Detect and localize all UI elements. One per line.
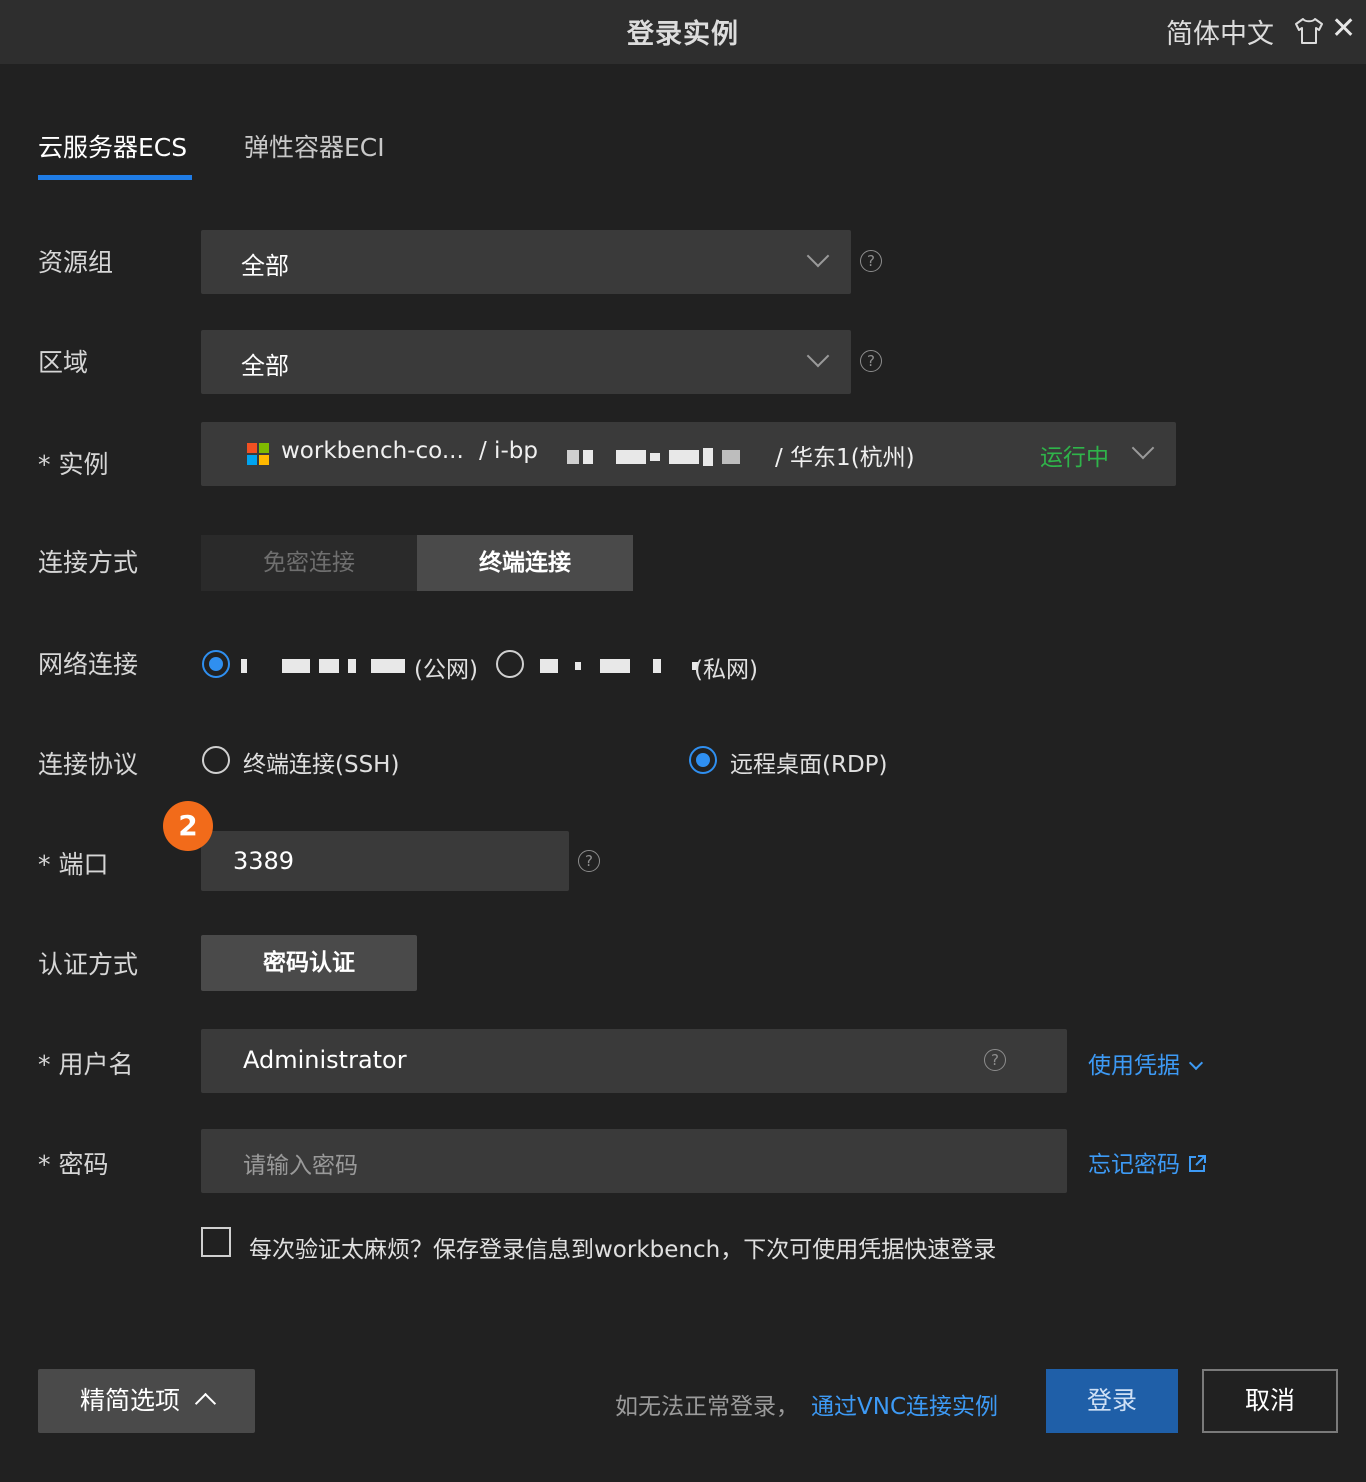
active-tab-indicator [38, 175, 192, 180]
instance-select[interactable]: workbench-co... / i-bp / 华东1(杭州) 运行中 [201, 422, 1176, 486]
resource-group-value: 全部 [241, 252, 289, 280]
password-label: * 密码 [38, 1150, 109, 1179]
instance-region: / 华东1(杭州) [775, 445, 915, 471]
public-network-radio[interactable] [202, 650, 230, 678]
auth-label: 认证方式 [38, 950, 139, 979]
chevron-down-icon [1189, 1055, 1204, 1071]
chevron-down-icon [806, 344, 830, 368]
use-credential-text: 使用凭据 [1088, 1053, 1180, 1079]
cancel-button[interactable]: 取消 [1202, 1369, 1338, 1433]
private-network-radio[interactable] [496, 650, 524, 678]
terminal-connect-option[interactable]: 终端连接 [417, 535, 633, 591]
network-label: 网络连接 [38, 650, 139, 679]
resource-group-select[interactable]: 全部 [201, 230, 851, 294]
help-icon[interactable]: ? [860, 250, 882, 272]
redacted-public-ip [241, 655, 409, 674]
username-input[interactable]: Administrator ? [201, 1029, 1067, 1093]
password-auth-button[interactable]: 密码认证 [201, 935, 417, 991]
chevron-down-icon [1131, 436, 1155, 460]
tab-eci[interactable]: 弹性容器ECI [244, 128, 385, 164]
instance-id: / i-bp [479, 438, 538, 464]
use-credential-link[interactable]: 使用凭据 [1088, 1046, 1204, 1080]
login-hint: 如无法正常登录， [615, 1394, 799, 1420]
rdp-radio[interactable] [689, 746, 717, 774]
theme-shirt-icon[interactable] [1293, 16, 1325, 46]
save-login-checkbox[interactable] [201, 1227, 231, 1257]
instance-label: * 实例 [38, 450, 109, 479]
help-icon[interactable]: ? [984, 1049, 1006, 1071]
language-switch[interactable]: 简体中文 [1166, 12, 1274, 51]
port-label: * 端口 [38, 850, 109, 879]
title-bar: 登录实例 简体中文 ✕ [0, 0, 1366, 64]
redacted-private-ip [540, 655, 702, 674]
password-input[interactable]: 请输入密码 [201, 1129, 1067, 1193]
resource-group-label: 资源组 [38, 248, 114, 277]
protocol-label: 连接协议 [38, 750, 139, 779]
dialog-title: 登录实例 [627, 19, 739, 50]
instance-name: workbench-co... [281, 438, 464, 464]
username-label: * 用户名 [38, 1050, 134, 1079]
region-select[interactable]: 全部 [201, 330, 851, 394]
forgot-password-text: 忘记密码 [1088, 1152, 1180, 1178]
public-network-label: (公网) [414, 657, 478, 683]
forgot-password-link[interactable]: 忘记密码 [1088, 1145, 1207, 1179]
redacted-id [567, 446, 744, 466]
passwordless-connect-option[interactable]: 免密连接 [201, 535, 417, 591]
instance-status: 运行中 [1040, 445, 1109, 471]
external-link-icon [1189, 1155, 1207, 1172]
private-network-label: (私网) [694, 657, 758, 683]
simplify-options-text: 精简选项 [80, 1386, 181, 1415]
windows-logo-icon [247, 443, 269, 465]
password-placeholder: 请输入密码 [243, 1153, 358, 1179]
connect-method-label: 连接方式 [38, 548, 139, 577]
chevron-up-icon [194, 1392, 217, 1415]
step-badge: 2 [163, 801, 213, 851]
save-login-label: 每次验证太麻烦？保存登录信息到workbench，下次可使用凭据快速登录 [249, 1237, 997, 1263]
login-button[interactable]: 登录 [1046, 1369, 1178, 1433]
chevron-down-icon [806, 244, 830, 268]
tab-ecs[interactable]: 云服务器ECS [38, 128, 187, 164]
ssh-label: 终端连接(SSH) [243, 752, 400, 778]
help-icon[interactable]: ? [578, 850, 600, 872]
port-value: 3389 [233, 847, 295, 875]
region-value: 全部 [241, 352, 289, 380]
port-input[interactable]: 3389 [201, 831, 569, 891]
rdp-label: 远程桌面(RDP) [730, 752, 888, 778]
region-label: 区域 [38, 348, 89, 377]
simplify-options-button[interactable]: 精简选项 [38, 1369, 255, 1433]
vnc-connect-link[interactable]: 通过VNC连接实例 [811, 1387, 998, 1421]
close-icon[interactable]: ✕ [1331, 14, 1356, 44]
username-value: Administrator [243, 1046, 407, 1074]
help-icon[interactable]: ? [860, 350, 882, 372]
ssh-radio[interactable] [202, 746, 230, 774]
